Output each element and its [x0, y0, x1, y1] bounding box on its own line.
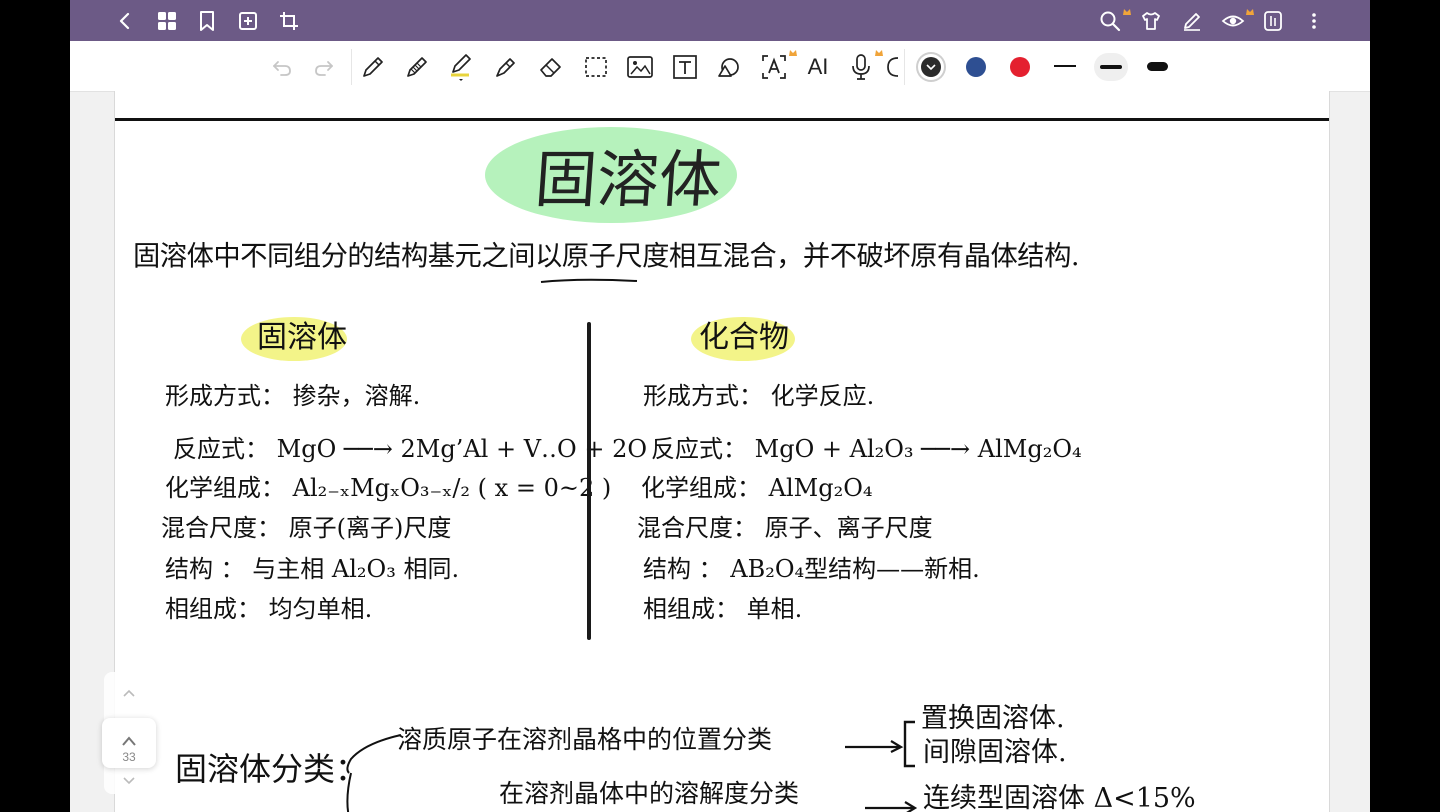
- left-line-4: 混合尺度： 原子(离子)尺度: [161, 514, 452, 542]
- stroke-width-medium: [1100, 65, 1122, 69]
- top-bar: [70, 0, 1370, 41]
- more-tools-icon[interactable]: [884, 51, 900, 83]
- search-icon[interactable]: [1096, 7, 1124, 35]
- arrow-stroke: [845, 740, 904, 753]
- left-line-1: 形成方式： 掺杂，溶解.: [165, 382, 421, 410]
- undo-icon[interactable]: [266, 51, 298, 83]
- text-icon[interactable]: [669, 51, 701, 83]
- right-line-6: 相组成： 单相.: [643, 595, 803, 623]
- underline-mark: [540, 278, 638, 283]
- left-line-3: 化学组成： Al₂₋ₓMgₓO₃₋ₓ/₂ ( x = 0~2 ): [165, 474, 612, 502]
- right-line-5: 结构 ： AB₂O₄型结构——新相.: [643, 555, 980, 583]
- add-page-icon[interactable]: [234, 7, 262, 35]
- crop-icon[interactable]: [275, 7, 303, 35]
- color-swatch-red[interactable]: [1010, 57, 1030, 77]
- stroke-width-thin[interactable]: [1054, 65, 1076, 67]
- page-divider: [115, 118, 1329, 121]
- crown-badge-icon: [1246, 9, 1254, 15]
- eye-icon[interactable]: [1219, 7, 1247, 35]
- redo-icon[interactable]: [308, 51, 340, 83]
- drawing-toolbar: AI: [70, 41, 1370, 92]
- microphone-icon[interactable]: [845, 51, 877, 83]
- pen-icon[interactable]: [401, 51, 433, 83]
- note-title: 固溶体: [532, 143, 724, 216]
- definition-text: 固溶体中不同组分的结构基元之间以原子尺度相互混合，并不破坏原有晶体结构.: [133, 241, 1080, 272]
- chevron-down-icon[interactable]: [122, 776, 136, 786]
- crown-badge-icon: [875, 50, 883, 56]
- eraser-icon[interactable]: [535, 51, 567, 83]
- column-divider: [587, 322, 591, 640]
- note-app: AI 固溶体 固溶体中不同组分的结构基元之间以原子尺度相互混合，并不破坏原有晶体…: [70, 0, 1370, 812]
- right-line-2: 反应式： MgO + Al₂O₃ ──→ AlMg₂O₄: [651, 435, 1082, 463]
- crown-badge-icon: [1123, 9, 1131, 15]
- highlighter-icon[interactable]: [445, 51, 477, 83]
- stroke-width-thick[interactable]: [1147, 62, 1168, 71]
- back-icon[interactable]: [111, 7, 139, 35]
- classification-row-1-result-b: 间隙固溶体.: [923, 737, 1067, 768]
- right-line-3: 化学组成： AlMg₂O₄: [641, 474, 873, 502]
- chevron-up-icon[interactable]: [121, 735, 137, 747]
- crown-badge-icon: [789, 50, 797, 56]
- marker-icon[interactable]: [490, 51, 522, 83]
- select-icon[interactable]: [580, 51, 612, 83]
- classification-row-2-result: 连续型固溶体 Δ<15%: [923, 783, 1196, 812]
- right-line-1: 形成方式： 化学反应.: [643, 382, 875, 410]
- classification-row-1-result-a: 置换固溶体.: [921, 703, 1065, 734]
- color-swatch-blue[interactable]: [966, 57, 986, 77]
- bookmark-icon[interactable]: [193, 7, 221, 35]
- chevron-down-icon: [926, 64, 936, 71]
- left-line-6: 相组成： 均匀单相.: [165, 595, 373, 623]
- more-icon[interactable]: [1300, 7, 1328, 35]
- left-line-5: 结构 ： 与主相 Al₂O₃ 相同.: [165, 555, 460, 583]
- shirt-icon[interactable]: [1137, 7, 1165, 35]
- ocr-icon[interactable]: [758, 51, 790, 83]
- chevron-up-icon[interactable]: [122, 688, 136, 698]
- left-line-2: 反应式： MgO ──→ 2Mg’Al + V‥O + 2O: [173, 435, 648, 463]
- page-layout-icon[interactable]: [1259, 7, 1287, 35]
- page-navigator[interactable]: 29 33: [102, 672, 156, 794]
- ai-button[interactable]: AI: [802, 51, 834, 83]
- pen-edit-icon[interactable]: [1178, 7, 1206, 35]
- grid-icon[interactable]: [153, 7, 181, 35]
- note-page-canvas[interactable]: 固溶体 固溶体中不同组分的结构基元之间以原子尺度相互混合，并不破坏原有晶体结构.…: [114, 91, 1330, 812]
- classification-row-2: 在溶剂晶体中的溶解度分类: [499, 779, 800, 808]
- image-icon[interactable]: [624, 51, 656, 83]
- left-heading: 固溶体: [257, 320, 347, 355]
- right-line-4: 混合尺度： 原子、离子尺度: [637, 514, 933, 542]
- arrow-stroke: [865, 801, 918, 812]
- lasso-pen-icon[interactable]: [357, 51, 389, 83]
- bracket-stroke: [903, 720, 915, 768]
- right-heading: 化合物: [699, 320, 789, 355]
- page-number-current: 33: [122, 750, 136, 764]
- shape-icon[interactable]: [713, 51, 745, 83]
- classification-row-1: 溶质原子在溶剂晶格中的位置分类: [397, 725, 773, 754]
